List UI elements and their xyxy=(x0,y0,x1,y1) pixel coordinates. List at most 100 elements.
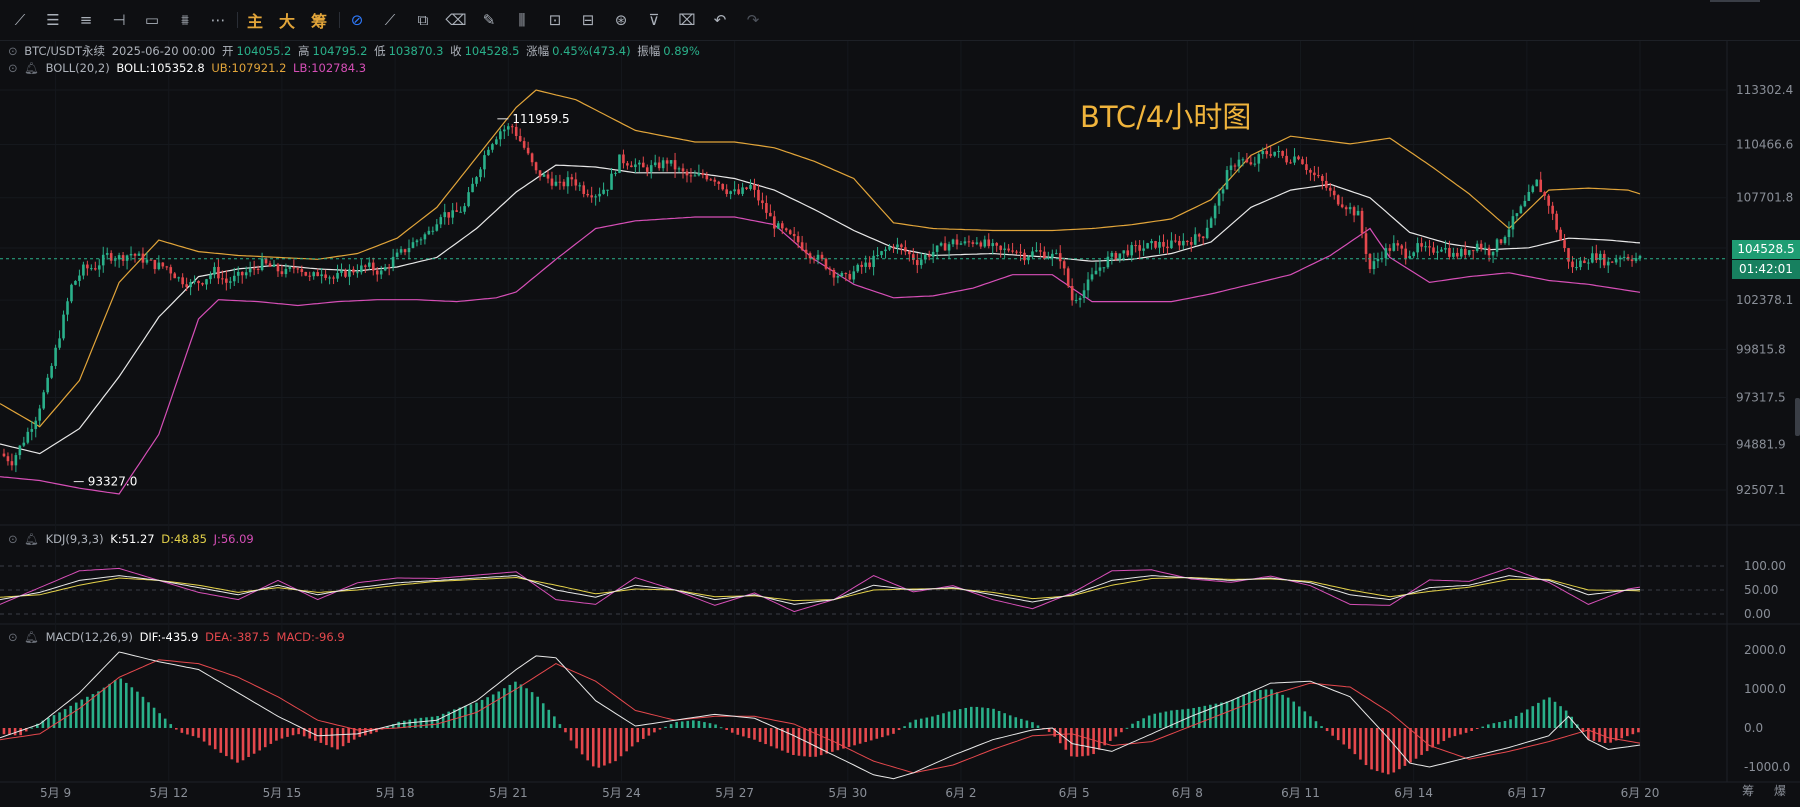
collapse-icon[interactable]: ⊙ xyxy=(8,532,18,546)
magnet-icon[interactable]: ⧉ xyxy=(411,9,435,31)
candle-body xyxy=(2,453,6,457)
candle-body xyxy=(1634,258,1638,262)
candle-body xyxy=(1479,243,1483,249)
macd-histogram-bar xyxy=(1292,701,1296,728)
kdj-name[interactable]: KDJ(9,3,3) xyxy=(46,532,104,546)
candle-body xyxy=(1511,216,1515,230)
candle-body xyxy=(1166,246,1169,249)
candle-body xyxy=(753,184,756,190)
horizontal-ray-icon[interactable]: ⊣ xyxy=(107,9,131,31)
candle-body xyxy=(1015,251,1018,253)
candle-body xyxy=(1547,195,1550,206)
candle-body xyxy=(693,175,697,177)
macd-name[interactable]: MACD(12,26,9) xyxy=(46,630,133,644)
alert-icon[interactable]: ⊛ xyxy=(609,9,633,31)
high-value: 104795.2 xyxy=(312,44,368,58)
candle-body xyxy=(1515,213,1519,217)
collapse-icon[interactable]: ⊙ xyxy=(8,630,18,644)
pane-scroll-handle[interactable] xyxy=(1795,398,1800,436)
undo-icon[interactable]: ↶ xyxy=(708,9,732,31)
candle-body xyxy=(705,174,709,180)
macd-histogram-bar xyxy=(1153,713,1157,728)
pen-icon[interactable]: ⟋ xyxy=(378,9,402,31)
macd-histogram-bar xyxy=(1375,728,1379,772)
eraser-icon[interactable]: ⌫ xyxy=(444,9,468,31)
macd-histogram-bar xyxy=(1403,728,1407,766)
macd-histogram-bar xyxy=(753,728,756,740)
macd-histogram-bar xyxy=(1092,728,1095,755)
candle-body xyxy=(193,280,196,283)
bell-icon[interactable]: 🔔︎ xyxy=(24,630,39,644)
date-tick-label: 5月 18 xyxy=(376,786,415,800)
candle-body xyxy=(1606,261,1610,266)
kdj-tick-label: 100.00 xyxy=(1744,559,1786,573)
macd-histogram-bar xyxy=(569,728,573,741)
macd-histogram-bar xyxy=(1197,706,1201,728)
candle-body xyxy=(1364,233,1368,254)
corner-buttons[interactable]: 筹 爆 xyxy=(1742,782,1794,799)
candle-body xyxy=(896,244,899,248)
indicator-button-2[interactable]: 筹 xyxy=(307,9,331,31)
candle-body xyxy=(832,269,836,278)
candle-body xyxy=(1201,236,1205,239)
candle-body xyxy=(995,243,999,246)
candle-body xyxy=(1070,285,1074,301)
macd-histogram-bar xyxy=(603,728,606,766)
collapse-icon[interactable]: ⊙ xyxy=(8,61,18,75)
fib-icon[interactable]: ⩩ xyxy=(173,9,197,31)
candle-body xyxy=(101,254,105,266)
redo-icon[interactable]: ↷ xyxy=(741,9,765,31)
macd-histogram-bar xyxy=(708,723,712,728)
indicator-button-1[interactable]: 大 xyxy=(275,9,299,31)
candle-body xyxy=(1189,242,1193,245)
macd-histogram-bar xyxy=(1314,721,1318,728)
candle-body xyxy=(66,301,69,315)
bell-icon[interactable]: 🔔︎ xyxy=(24,532,39,546)
candle-body xyxy=(165,266,169,268)
trash-icon[interactable]: ⌧ xyxy=(675,9,699,31)
rectangle-icon[interactable]: ▭ xyxy=(140,9,164,31)
candle-body xyxy=(554,181,558,186)
lock-icon[interactable]: ⊡ xyxy=(543,9,567,31)
boll-name[interactable]: BOLL(20,2) xyxy=(46,61,110,75)
candle-body xyxy=(792,233,796,237)
candle-body xyxy=(133,253,137,256)
macd-histogram-bar xyxy=(630,728,634,747)
macd-histogram-bar xyxy=(1303,711,1307,728)
candle-body xyxy=(1277,151,1280,153)
candle-body xyxy=(30,429,34,432)
macd-histogram-bar xyxy=(914,719,917,728)
macd-histogram-bar xyxy=(1609,728,1612,743)
horizontal-lines-icon[interactable]: ≡ xyxy=(74,9,98,31)
brush-icon[interactable]: ✎ xyxy=(477,9,501,31)
time-axis[interactable]: 5月 9 5月 12 5月 15 5月 18 5月 21 5月 24 5月 27 5月 30 6… xyxy=(40,786,1659,800)
more-icon[interactable]: ⋯ xyxy=(206,9,230,31)
candle-body xyxy=(189,282,192,288)
macd-histogram-bar xyxy=(831,728,834,752)
symbol-name[interactable]: BTC/USDT永续 xyxy=(24,44,105,58)
chart-canvas[interactable]: 111959.5 93327.0 113302.4 110466.6 107701.8… xyxy=(0,0,1800,807)
trend-line-icon[interactable]: ⟋ xyxy=(8,9,32,31)
collapse-icon[interactable]: ⊙ xyxy=(8,44,18,58)
candle-body xyxy=(1209,218,1213,228)
candle-body xyxy=(236,271,240,276)
candle-body xyxy=(1587,262,1590,264)
measure-icon[interactable]: ⊘ xyxy=(345,9,369,31)
bell-icon[interactable]: 🔔︎ xyxy=(24,61,39,75)
candle-body xyxy=(1289,162,1292,164)
candle-body xyxy=(1428,246,1431,248)
macd-histogram-bar xyxy=(13,728,17,736)
parallel-lines-icon[interactable]: ☰ xyxy=(41,9,65,31)
candles-icon[interactable]: ⫼ xyxy=(510,9,534,31)
macd-histogram-bar xyxy=(881,728,884,738)
macd-histogram-bar xyxy=(764,728,767,745)
indicator-button-0[interactable]: 主 xyxy=(243,9,267,31)
date-tick-label: 5月 30 xyxy=(828,786,867,800)
filter-icon[interactable]: ⊽ xyxy=(642,9,666,31)
macd-histogram-bar xyxy=(714,724,717,728)
note-icon[interactable]: ⊟ xyxy=(576,9,600,31)
candle-body xyxy=(1178,240,1181,246)
candle-body xyxy=(26,431,30,443)
macd-histogram-bar xyxy=(486,697,489,728)
candle-body xyxy=(320,274,323,277)
